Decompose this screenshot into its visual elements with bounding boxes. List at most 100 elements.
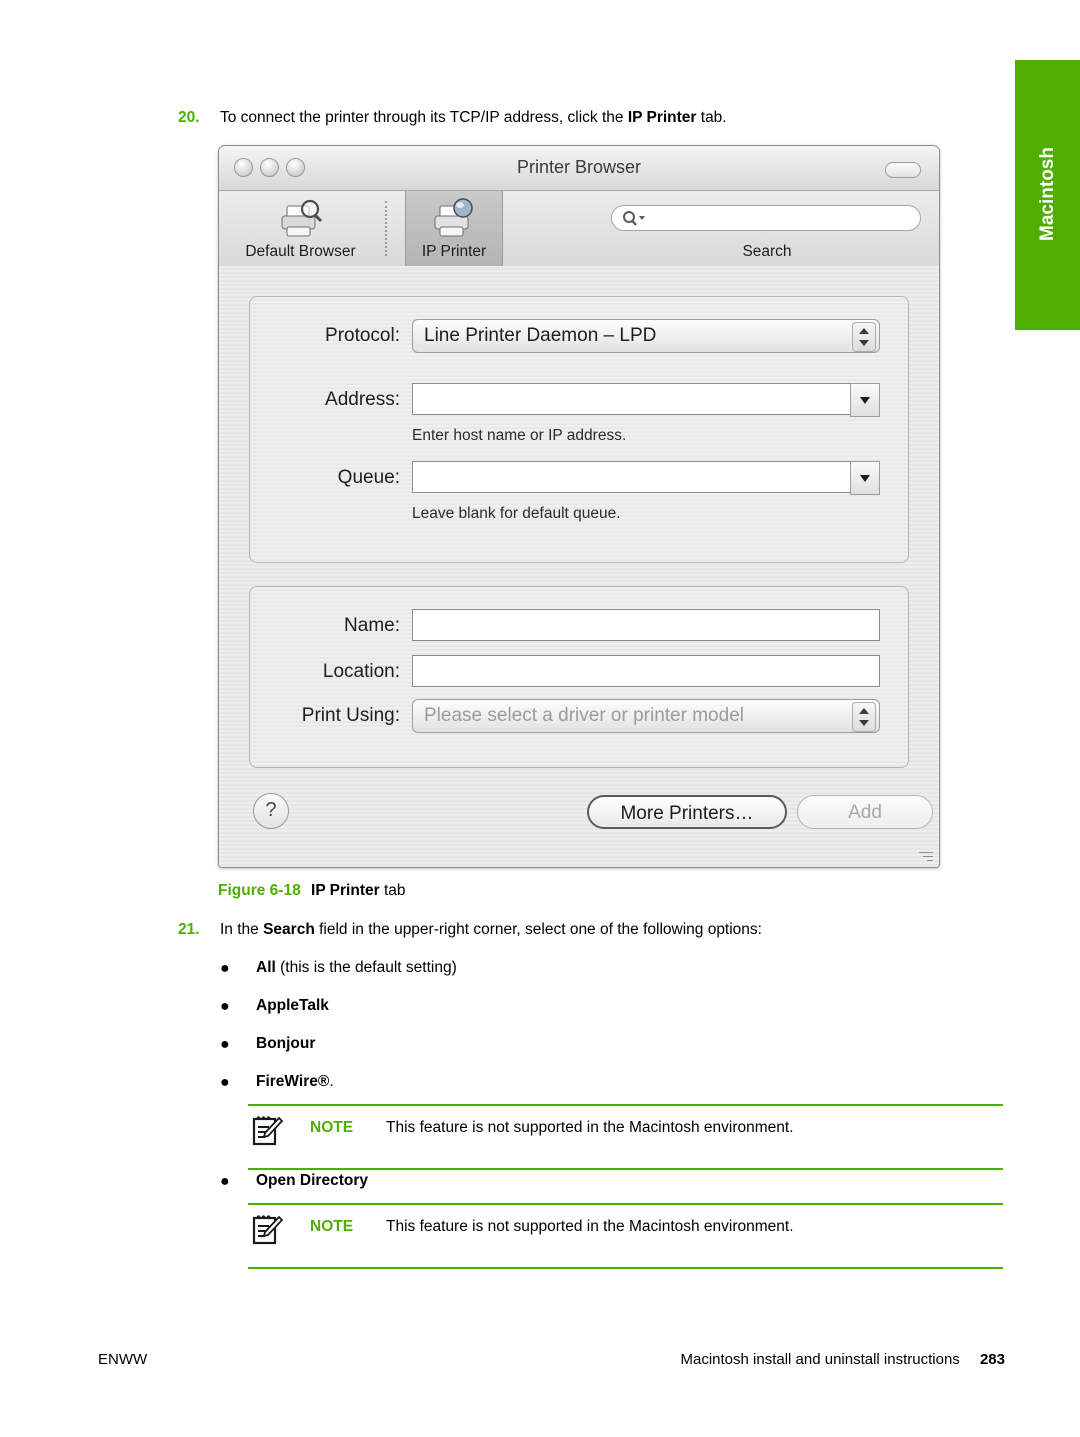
bullet-icon: ●	[220, 960, 230, 977]
step-20: 20. To connect the printer through its T…	[178, 108, 918, 129]
address-row: Address:	[250, 383, 908, 419]
print-using-value: Please select a driver or printer model	[424, 705, 744, 726]
list-item: ● Bonjour	[220, 1035, 820, 1053]
note-rule-bottom	[248, 1267, 1003, 1269]
page-number: 283	[979, 1351, 1005, 1368]
step-21-text: In the Search field in the upper-right c…	[220, 920, 978, 941]
name-label: Name:	[344, 615, 400, 636]
window-titlebar[interactable]: Printer Browser	[219, 146, 939, 191]
search-icon[interactable]	[621, 210, 647, 228]
list-item-bold: FireWire®	[256, 1073, 330, 1090]
bullet-icon: ●	[220, 1036, 230, 1053]
protocol-value: Line Printer Daemon – LPD	[424, 325, 657, 346]
note-block: NOTE This feature is not supported in th…	[248, 1203, 1003, 1269]
step-21-text-after: field in the upper-right corner, select …	[314, 921, 762, 938]
chevron-down-icon[interactable]	[850, 383, 880, 417]
list-item: ● Open Directory	[220, 1172, 820, 1190]
protocol-label: Protocol:	[325, 325, 400, 346]
print-using-select[interactable]: Please select a driver or printer model	[412, 699, 880, 733]
queue-help-text: Leave blank for default queue.	[412, 505, 621, 522]
list-item-rest: (this is the default setting)	[275, 959, 457, 976]
tab-default-browser[interactable]: Default Browser	[219, 191, 382, 266]
step-20-text-before: To connect the printer through its TCP/I…	[220, 109, 628, 126]
bullet-icon: ●	[220, 1173, 230, 1190]
toolbar-toggle-button[interactable]	[885, 162, 921, 178]
address-help-text: Enter host name or IP address.	[412, 427, 627, 444]
search-area[interactable]: Search	[611, 191, 923, 266]
step-20-text: To connect the printer through its TCP/I…	[220, 108, 918, 129]
figure-caption: Figure 6-18 IP Printer tab	[218, 882, 406, 900]
step-20-bold: IP Printer	[627, 109, 697, 126]
list-item: ● FireWire®.	[220, 1073, 820, 1091]
address-label: Address:	[325, 389, 400, 410]
note-inner: NOTE This feature is not supported in th…	[248, 1106, 1003, 1168]
figure-caption-suffix: tab	[379, 882, 406, 899]
print-using-row: Print Using: Please select a driver or p…	[250, 699, 908, 735]
bullet-icon: ●	[220, 998, 230, 1015]
location-label: Location:	[322, 661, 400, 682]
protocol-select[interactable]: Line Printer Daemon – LPD	[412, 319, 880, 353]
toolbar-separator	[385, 201, 387, 256]
printer-identity-group: Name: Location: Print Using: Please sele…	[249, 586, 909, 768]
step-21: 21. In the Search field in the upper-rig…	[178, 920, 978, 941]
print-using-label: Print Using:	[301, 705, 400, 726]
window-title: Printer Browser	[516, 157, 642, 177]
chapter-tab-macintosh: Macintosh	[1015, 60, 1080, 330]
list-item-bold: Open Directory	[256, 1172, 368, 1189]
note-inner: NOTE This feature is not supported in th…	[248, 1205, 1003, 1267]
footer-section-title: Macintosh install and uninstall instruct…	[680, 1351, 960, 1368]
list-item-rest: .	[329, 1073, 334, 1090]
name-input[interactable]	[412, 609, 880, 641]
printer-browser-window[interactable]: Printer Browser Default Browser IP Print…	[218, 145, 940, 868]
connection-settings-group: Protocol: Line Printer Daemon – LPD Addr…	[249, 296, 909, 563]
figure-caption-bold: IP Printer	[311, 882, 380, 899]
address-input[interactable]	[412, 383, 880, 417]
tab-ip-printer-label: IP Printer	[421, 243, 487, 260]
list-item-bold: All	[256, 959, 276, 976]
step-21-bold: Search	[263, 921, 315, 938]
note-pad-pencil-icon	[250, 1114, 284, 1148]
printer-magnifier-icon	[276, 197, 326, 241]
chevron-updown-icon[interactable]	[852, 702, 876, 732]
list-item: ● AppleTalk	[220, 997, 820, 1015]
dialog-body: Protocol: Line Printer Daemon – LPD Addr…	[219, 266, 939, 867]
step-21-text-before: In the	[220, 921, 264, 938]
figure-caption-number: Figure 6-18	[218, 882, 301, 899]
footer-left: ENWW	[98, 1351, 148, 1368]
footer-right: Macintosh install and uninstall instruct…	[680, 1351, 1005, 1368]
chevron-down-icon[interactable]	[850, 461, 880, 495]
queue-label: Queue:	[337, 467, 400, 488]
name-row: Name:	[250, 609, 908, 645]
protocol-row: Protocol: Line Printer Daemon – LPD	[250, 319, 908, 355]
tab-ip-printer[interactable]: IP Printer	[405, 191, 503, 266]
window-toolbar[interactable]: Default Browser IP Printer Search	[219, 191, 939, 267]
step-20-text-after: tab.	[696, 109, 727, 126]
search-label: Search	[742, 243, 792, 260]
add-button: Add	[797, 795, 933, 829]
chapter-tab-label: Macintosh	[1036, 147, 1058, 241]
note-block: NOTE This feature is not supported in th…	[248, 1104, 1003, 1170]
chevron-updown-icon[interactable]	[852, 322, 876, 352]
step-20-number: 20.	[178, 109, 200, 126]
queue-input[interactable]	[412, 461, 880, 495]
location-row: Location:	[250, 655, 908, 691]
list-item-bold: AppleTalk	[256, 997, 329, 1014]
note-text: This feature is not supported in the Mac…	[386, 1218, 794, 1235]
note-label: NOTE	[310, 1119, 354, 1136]
ip-printer-icon	[429, 197, 479, 241]
resize-grip-icon[interactable]	[919, 849, 933, 863]
location-input[interactable]	[412, 655, 880, 687]
note-text: This feature is not supported in the Mac…	[386, 1119, 794, 1136]
tab-default-browser-label: Default Browser	[245, 243, 356, 260]
more-printers-button[interactable]: More Printers…	[587, 795, 787, 829]
note-rule-bottom	[248, 1168, 1003, 1170]
list-item-bold: Bonjour	[256, 1035, 316, 1052]
help-button[interactable]: ?	[253, 793, 289, 829]
search-input[interactable]	[611, 205, 921, 231]
list-item: ● All (this is the default setting)	[220, 959, 820, 977]
note-pad-pencil-icon	[250, 1213, 284, 1247]
queue-row: Queue:	[250, 461, 908, 497]
note-label: NOTE	[310, 1218, 354, 1235]
bullet-icon: ●	[220, 1074, 230, 1091]
step-21-number: 21.	[178, 921, 200, 938]
